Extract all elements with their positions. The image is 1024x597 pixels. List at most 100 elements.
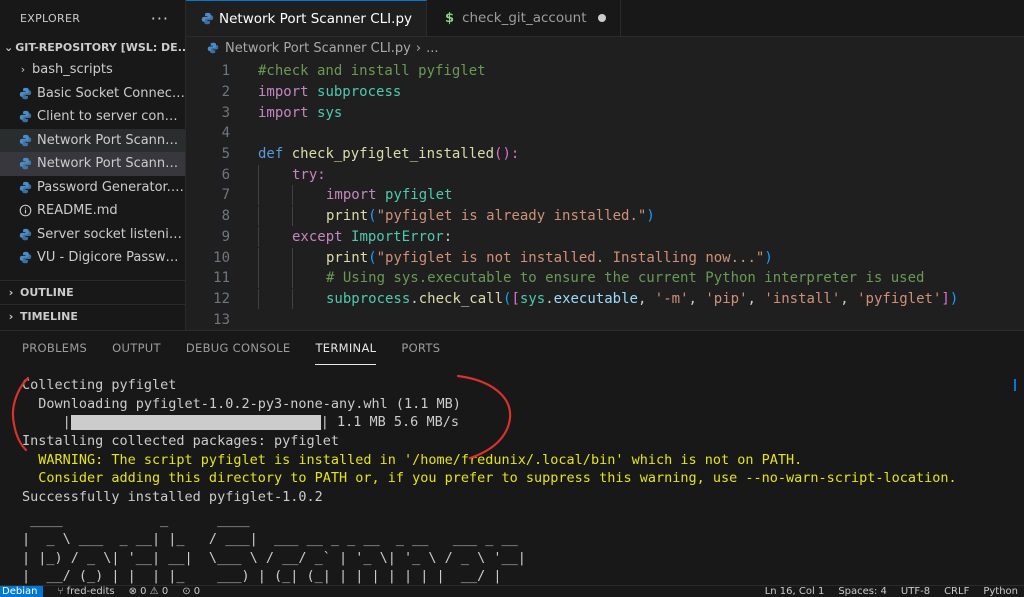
- sidebar-item-file[interactable]: Server socket listenin...: [0, 223, 185, 247]
- tab-network-port-scanner[interactable]: Network Port Scanner CLI.py: [186, 0, 428, 36]
- sidebar-item-label: Client to server conne...: [37, 109, 185, 125]
- code-line: 8 print("pyfiglet is already installed."): [186, 206, 1024, 227]
- outline-section[interactable]: › OUTLINE: [0, 280, 185, 303]
- python-icon: [18, 251, 32, 265]
- cursor-position[interactable]: Ln 16, Col 1: [765, 586, 825, 597]
- code-function: print: [326, 249, 369, 266]
- code-function: check_call: [418, 290, 504, 307]
- sidebar-item-file[interactable]: Password Generator.py: [0, 176, 185, 200]
- python-icon: [18, 86, 32, 100]
- python-icon: [18, 227, 32, 241]
- chevron-right-icon: ›: [20, 63, 26, 77]
- code-module: sys: [519, 290, 546, 307]
- code-line: 11 # Using sys.executable to ensure the c…: [186, 268, 1024, 289]
- bottom-panel: PROBLEMS OUTPUT DEBUG CONSOLE TERMINAL P…: [0, 330, 1024, 586]
- progress-tail: | 1.1 MB 5.6 MB/s: [320, 414, 459, 431]
- code-line: 7 import pyfiglet: [186, 185, 1024, 206]
- ascii-art-line: | _ \ ___ _ __| |_ / ___| ___ __ _ _ __ …: [22, 531, 518, 548]
- download-progress-bar: [70, 414, 321, 430]
- code-function: check_pyfiglet_installed: [291, 146, 495, 163]
- tab-ports[interactable]: PORTS: [401, 331, 440, 365]
- sidebar-item-file[interactable]: Network Port Scanner...: [0, 128, 185, 152]
- explorer-title: EXPLORER: [20, 11, 81, 25]
- sidebar-item-file[interactable]: README.md: [0, 199, 185, 223]
- progress-prefix: |: [22, 414, 71, 431]
- sidebar-item-file-selected[interactable]: Network Port Scanner...: [0, 152, 185, 176]
- terminal-output[interactable]: Collecting pyfiglet Downloading pyfiglet…: [22, 376, 1012, 586]
- line-number: 1: [221, 63, 230, 80]
- line-number: 12: [213, 290, 230, 307]
- problems-count[interactable]: ⊗ 0 ⚠ 0: [129, 586, 169, 597]
- code-string: "pyfiglet is already installed.": [376, 208, 647, 225]
- code-line: 13: [186, 309, 1024, 329]
- sidebar-item-file[interactable]: Client to server conne...: [0, 105, 185, 129]
- indentation[interactable]: Spaces: 4: [838, 586, 887, 597]
- code-module: pyfiglet: [385, 187, 453, 204]
- language-mode[interactable]: Python: [983, 586, 1018, 597]
- branch-label: fred-edits: [66, 586, 115, 597]
- terminal-warning: Consider adding this directory to PATH o…: [22, 470, 957, 487]
- terminal-progress-line: | | 1.1 MB 5.6 MB/s: [22, 413, 1012, 432]
- tab-check-git-account[interactable]: $ check_git_account: [427, 0, 622, 36]
- python-icon: [200, 12, 214, 26]
- code-line: 1 #check and install pyfiglet: [186, 61, 1024, 82]
- sidebar-item-label: bash_scripts: [32, 62, 113, 78]
- sidebar-item-label: Server socket listenin...: [37, 226, 185, 242]
- code-line: 10 print("pyfiglet is not installed. Inst…: [186, 247, 1024, 268]
- breadcrumb-sep: ›: [415, 40, 422, 56]
- timeline-section[interactable]: › TIMELINE: [0, 304, 185, 327]
- sidebar-item-label: Network Port Scanner...: [37, 132, 185, 148]
- code-function: print: [326, 208, 369, 225]
- encoding[interactable]: UTF-8: [901, 586, 930, 597]
- line-number: 4: [221, 125, 230, 142]
- remote-indicator[interactable]: Debian: [0, 586, 44, 597]
- explorer-sidebar: EXPLORER ··· ⌄ GIT-REPOSITORY [WSL: DE..…: [0, 0, 186, 330]
- tab-label: Network Port Scanner CLI.py: [219, 10, 413, 27]
- code-line: 2 import subprocess: [186, 82, 1024, 103]
- sidebar-item-file[interactable]: Basic Socket Connecti...: [0, 82, 185, 106]
- code-line: 9 except ImportError:: [186, 226, 1024, 248]
- git-branch[interactable]: ⑂ fred-edits: [57, 586, 114, 597]
- ellipsis-icon[interactable]: ···: [151, 9, 169, 28]
- code-editor[interactable]: 1 #check and install pyfiglet 2 import sub…: [186, 61, 1024, 329]
- code-keyword: import: [258, 84, 309, 101]
- breadcrumb-more[interactable]: ...: [426, 41, 438, 56]
- breadcrumb-file[interactable]: Network Port Scanner CLI.py: [225, 41, 411, 56]
- code-line: 12 subprocess. check_call([sys. executable,…: [186, 288, 1024, 310]
- explorer-header: EXPLORER ···: [0, 0, 185, 36]
- python-icon: [206, 41, 220, 55]
- chevron-right-icon: ›: [8, 285, 14, 299]
- repo-root[interactable]: ⌄ GIT-REPOSITORY [WSL: DE...: [0, 36, 185, 58]
- sidebar-item-label: Basic Socket Connecti...: [37, 85, 185, 101]
- code-punct: :: [443, 228, 453, 245]
- sidebar-item-bash-scripts[interactable]: › bash_scripts: [0, 58, 185, 82]
- code-line: 4: [186, 123, 1024, 144]
- tab-label: check_git_account: [462, 10, 587, 26]
- code-module: sys: [317, 104, 343, 121]
- tab-problems[interactable]: PROBLEMS: [22, 331, 87, 365]
- code-line: 6 try:: [186, 164, 1024, 185]
- ports-count[interactable]: ⊙ 0: [182, 586, 200, 597]
- ascii-art-line: | |_) / _ \| '__| __| \___ \ / __/ _` | …: [22, 549, 526, 566]
- panel-tabs: PROBLEMS OUTPUT DEBUG CONSOLE TERMINAL P…: [0, 331, 1024, 365]
- code-comment: # Using sys.executable to ensure the cur…: [326, 270, 925, 287]
- repo-root-label: GIT-REPOSITORY [WSL: DE...: [15, 40, 185, 54]
- tab-output[interactable]: OUTPUT: [112, 331, 161, 365]
- chevron-right-icon: ›: [8, 309, 14, 323]
- terminal-warning: WARNING: The script pyfiglet is installe…: [22, 451, 803, 468]
- terminal-scrollbar[interactable]: [1012, 375, 1020, 525]
- editor-tabs: Network Port Scanner CLI.py $ check_git_…: [186, 0, 1024, 37]
- sidebar-item-file[interactable]: VU - Digicore Passwo...: [0, 246, 185, 270]
- tab-terminal[interactable]: TERMINAL: [315, 331, 377, 365]
- unsaved-dot-icon[interactable]: [598, 14, 607, 22]
- branch-icon: ⑂: [57, 586, 67, 597]
- terminal-line: Installing collected packages: pyfiglet: [22, 433, 339, 450]
- shell-dollar-icon: $: [445, 10, 455, 26]
- code-punct: ():: [494, 146, 520, 163]
- line-number: 10: [213, 249, 230, 266]
- line-number: 8: [221, 208, 230, 225]
- ascii-art-line: | __/ (_) | | | |_ ___) | (_| (_| | | | …: [22, 568, 502, 585]
- line-ending[interactable]: CRLF: [944, 586, 969, 597]
- tab-debug-console[interactable]: DEBUG CONSOLE: [186, 331, 291, 365]
- info-icon: [18, 204, 32, 218]
